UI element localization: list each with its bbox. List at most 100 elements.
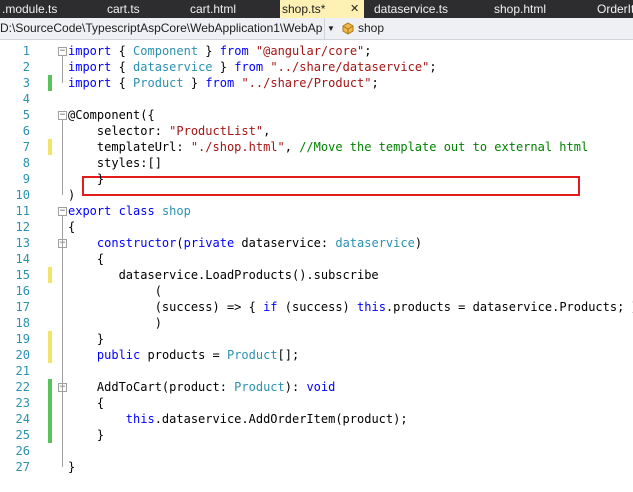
code-text: import { Component } from "@angular/core…	[68, 44, 372, 58]
line-number: 11	[15, 204, 30, 218]
line-number: 7	[22, 140, 30, 154]
outline-guide	[62, 392, 63, 435]
saved-change-marker	[48, 411, 52, 427]
line-number: 1	[22, 44, 30, 58]
code-text: )	[68, 316, 162, 330]
code-line[interactable]: 5 @Component({	[0, 107, 633, 123]
outline-guide	[62, 248, 63, 339]
code-line[interactable]: 2 import { dataservice } from "../share/d…	[0, 59, 633, 75]
code-text: import { Product } from "../share/Produc…	[68, 76, 379, 90]
code-text: constructor(private dataservice: dataser…	[96, 236, 423, 250]
code-text: styles:[]	[68, 156, 162, 170]
code-text: selector: "ProductList",	[68, 124, 271, 138]
tab-module-ts[interactable]: .module.ts	[2, 0, 57, 18]
code-text: this.dataservice.AddOrderItem(product);	[125, 412, 408, 426]
unsaved-change-marker	[48, 267, 52, 283]
outline-guide	[62, 120, 63, 195]
code-text: (	[68, 284, 162, 298]
line-number: 2	[22, 60, 30, 74]
unsaved-change-marker	[48, 347, 52, 363]
code-line[interactable]: 1 import { Component } from "@angular/cor…	[0, 43, 633, 59]
code-text: )	[68, 188, 76, 202]
collapse-icon[interactable]: −	[58, 207, 67, 216]
code-line[interactable]: 13 constructor(private dataservice: data…	[0, 235, 633, 251]
line-number: 24	[15, 412, 30, 426]
code-line[interactable]: 14 {	[0, 251, 633, 267]
code-line[interactable]: 23 {	[0, 395, 633, 411]
chevron-down-icon[interactable]: ▼	[326, 18, 336, 39]
code-line[interactable]: 11 export class shop	[0, 203, 633, 219]
code-text: {	[68, 220, 76, 234]
code-line[interactable]: 10)	[0, 187, 633, 203]
code-line[interactable]: 26	[0, 443, 633, 459]
collapse-icon[interactable]: −	[58, 47, 67, 56]
code-text: (success) => { if (success) this.product…	[68, 300, 633, 314]
collapse-icon[interactable]: −	[58, 111, 67, 120]
code-text: }	[68, 172, 105, 186]
saved-change-marker	[48, 379, 52, 395]
line-number: 25	[15, 428, 30, 442]
code-line[interactable]: 3 import { Product } from "../share/Produ…	[0, 75, 633, 91]
code-line[interactable]: 6 selector: "ProductList",	[0, 123, 633, 139]
code-line[interactable]: 22 AddToCart(product: Product): void	[0, 379, 633, 395]
code-text: }	[68, 332, 105, 346]
code-line[interactable]: 12 {	[0, 219, 633, 235]
class-icon	[342, 22, 354, 35]
line-number: 9	[22, 172, 30, 186]
code-line[interactable]: 17 (success) => { if (success) this.prod…	[0, 299, 633, 315]
close-icon[interactable]: ✕	[350, 0, 359, 18]
document-tab-bar: .module.ts cart.ts cart.html shop.ts* ✕ …	[0, 0, 633, 18]
code-text: @Component({	[68, 108, 155, 122]
tab-cart-ts[interactable]: cart.ts	[107, 0, 140, 18]
tab-shop-ts[interactable]: shop.ts* ✕	[280, 0, 364, 18]
line-number: 23	[15, 396, 30, 410]
code-text: public products = Product[];	[96, 348, 300, 362]
code-line[interactable]: 7 templateUrl: "./shop.html", //Move the…	[0, 139, 633, 155]
code-line[interactable]: 19 }	[0, 331, 633, 347]
line-number: 3	[22, 76, 30, 90]
saved-change-marker	[48, 427, 52, 443]
tab-shop-html[interactable]: shop.html	[494, 0, 546, 18]
code-text: export class shop	[68, 204, 191, 218]
code-text: import { dataservice } from "../share/da…	[68, 60, 437, 74]
code-line[interactable]: 20 public products = Product[];	[0, 347, 633, 363]
line-number: 20	[15, 348, 30, 362]
saved-change-marker	[48, 75, 52, 91]
line-number: 26	[15, 444, 30, 458]
code-editor[interactable]: 1 import { Component } from "@angular/cor…	[0, 40, 633, 492]
navigation-bar: D:\SourceCode\TypescriptAspCore\WebAppli…	[0, 18, 633, 40]
code-text: dataservice.LoadProducts().subscribe	[68, 268, 379, 282]
code-line[interactable]: 15 dataservice.LoadProducts().subscribe	[0, 267, 633, 283]
line-number: 4	[22, 92, 30, 106]
line-number: 16	[15, 284, 30, 298]
tab-cart-html[interactable]: cart.html	[190, 0, 236, 18]
outline-guide	[62, 56, 63, 83]
member-dropdown[interactable]: shop	[358, 18, 384, 39]
line-number: 22	[15, 380, 30, 394]
code-line[interactable]: 16 (	[0, 283, 633, 299]
unsaved-change-marker	[48, 331, 52, 347]
line-number: 18	[15, 316, 30, 330]
code-line[interactable]: 9 }	[0, 171, 633, 187]
code-line[interactable]: 21	[0, 363, 633, 379]
saved-change-marker	[48, 395, 52, 411]
code-text: {	[68, 396, 105, 410]
line-number: 17	[15, 300, 30, 314]
tab-orderitem[interactable]: OrderIt	[597, 0, 633, 18]
line-number: 6	[22, 124, 30, 138]
project-path-dropdown[interactable]: D:\SourceCode\TypescriptAspCore\WebAppli…	[0, 18, 325, 39]
code-line[interactable]: 24 this.dataservice.AddOrderItem(product…	[0, 411, 633, 427]
line-number: 5	[22, 108, 30, 122]
code-line[interactable]: 25 }	[0, 427, 633, 443]
code-line[interactable]: 8 styles:[]	[0, 155, 633, 171]
tab-dataservice-ts[interactable]: dataservice.ts	[374, 0, 448, 18]
code-line[interactable]: 27}	[0, 459, 633, 475]
code-line[interactable]: 18 )	[0, 315, 633, 331]
line-number: 27	[15, 460, 30, 474]
line-number: 8	[22, 156, 30, 170]
line-number: 14	[15, 252, 30, 266]
line-number: 12	[15, 220, 30, 234]
code-text: }	[68, 428, 105, 442]
code-text: templateUrl: "./shop.html", //Move the t…	[68, 140, 589, 154]
code-line[interactable]: 4	[0, 91, 633, 107]
